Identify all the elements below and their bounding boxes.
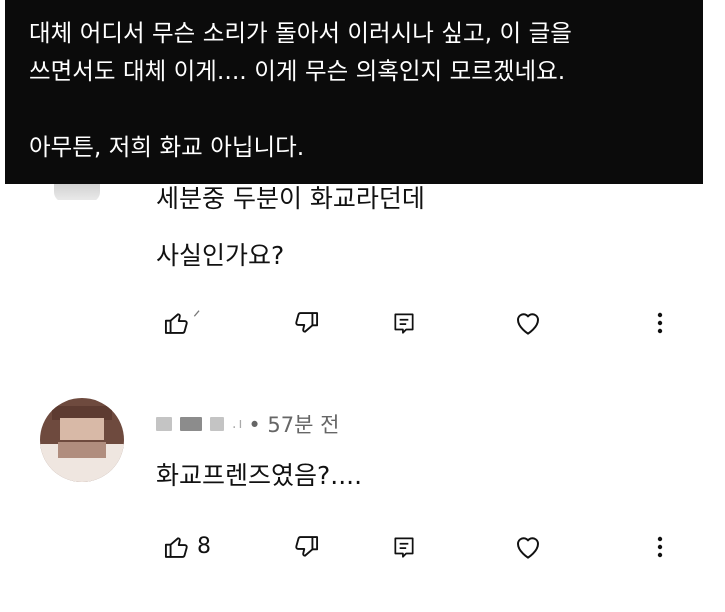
comment-actions: 8 xyxy=(0,527,725,567)
comment-text: 화교프렌즈였음?.... xyxy=(156,461,363,490)
dislike-button[interactable] xyxy=(292,527,320,567)
thumbs-up-icon xyxy=(163,309,191,337)
author-name-blurred[interactable] xyxy=(156,417,172,431)
comment-meta: .ı • 57분 전 xyxy=(156,410,339,438)
comment-text-line: 세분중 두분이 화교라던데 xyxy=(156,184,425,213)
caption-line-4: 아무튼, 저희 화교 아닙니다. xyxy=(29,133,305,161)
reply-button[interactable] xyxy=(391,303,417,343)
dislike-button[interactable] xyxy=(292,303,320,343)
more-button[interactable] xyxy=(648,527,672,567)
more-vertical-icon xyxy=(648,533,672,561)
caption-line-3 xyxy=(29,90,703,128)
heart-icon xyxy=(513,308,543,338)
reply-button[interactable] xyxy=(391,527,417,567)
comment-time: • 57분 전 xyxy=(248,413,340,437)
more-button[interactable] xyxy=(648,303,672,343)
heart-button[interactable] xyxy=(513,527,543,567)
caption-overlay: 대체 어디서 무슨 소리가 돌아서 이러시나 싶고, 이 글을 쓰면서도 대체 … xyxy=(5,0,703,184)
heart-icon xyxy=(513,532,543,562)
like-count: 8 xyxy=(197,534,211,559)
like-button[interactable]: ᐟ xyxy=(163,303,201,343)
reply-icon xyxy=(391,309,417,337)
reply-icon xyxy=(391,533,417,561)
like-button[interactable]: 8 xyxy=(163,527,211,567)
caption-line-1: 대체 어디서 무슨 소리가 돌아서 이러시나 싶고, 이 글을 xyxy=(29,19,572,47)
thumbs-down-icon xyxy=(292,533,320,561)
thumbs-down-icon xyxy=(292,309,320,337)
caption-line-2: 쓰면서도 대체 이게.... 이게 무슨 의혹인지 모르겠네요. xyxy=(29,57,566,85)
comment-actions: ᐟ xyxy=(0,303,725,343)
thumbs-up-icon xyxy=(163,533,191,561)
avatar[interactable] xyxy=(40,398,124,482)
more-vertical-icon xyxy=(648,309,672,337)
like-count: ᐟ xyxy=(193,307,201,328)
screen: 대체 어디서 무슨 소리가 돌아서 이러시나 싶고, 이 글을 쓰면서도 대체 … xyxy=(0,0,725,612)
heart-button[interactable] xyxy=(513,303,543,343)
comment-text-line: 사실인가요? xyxy=(156,241,285,270)
